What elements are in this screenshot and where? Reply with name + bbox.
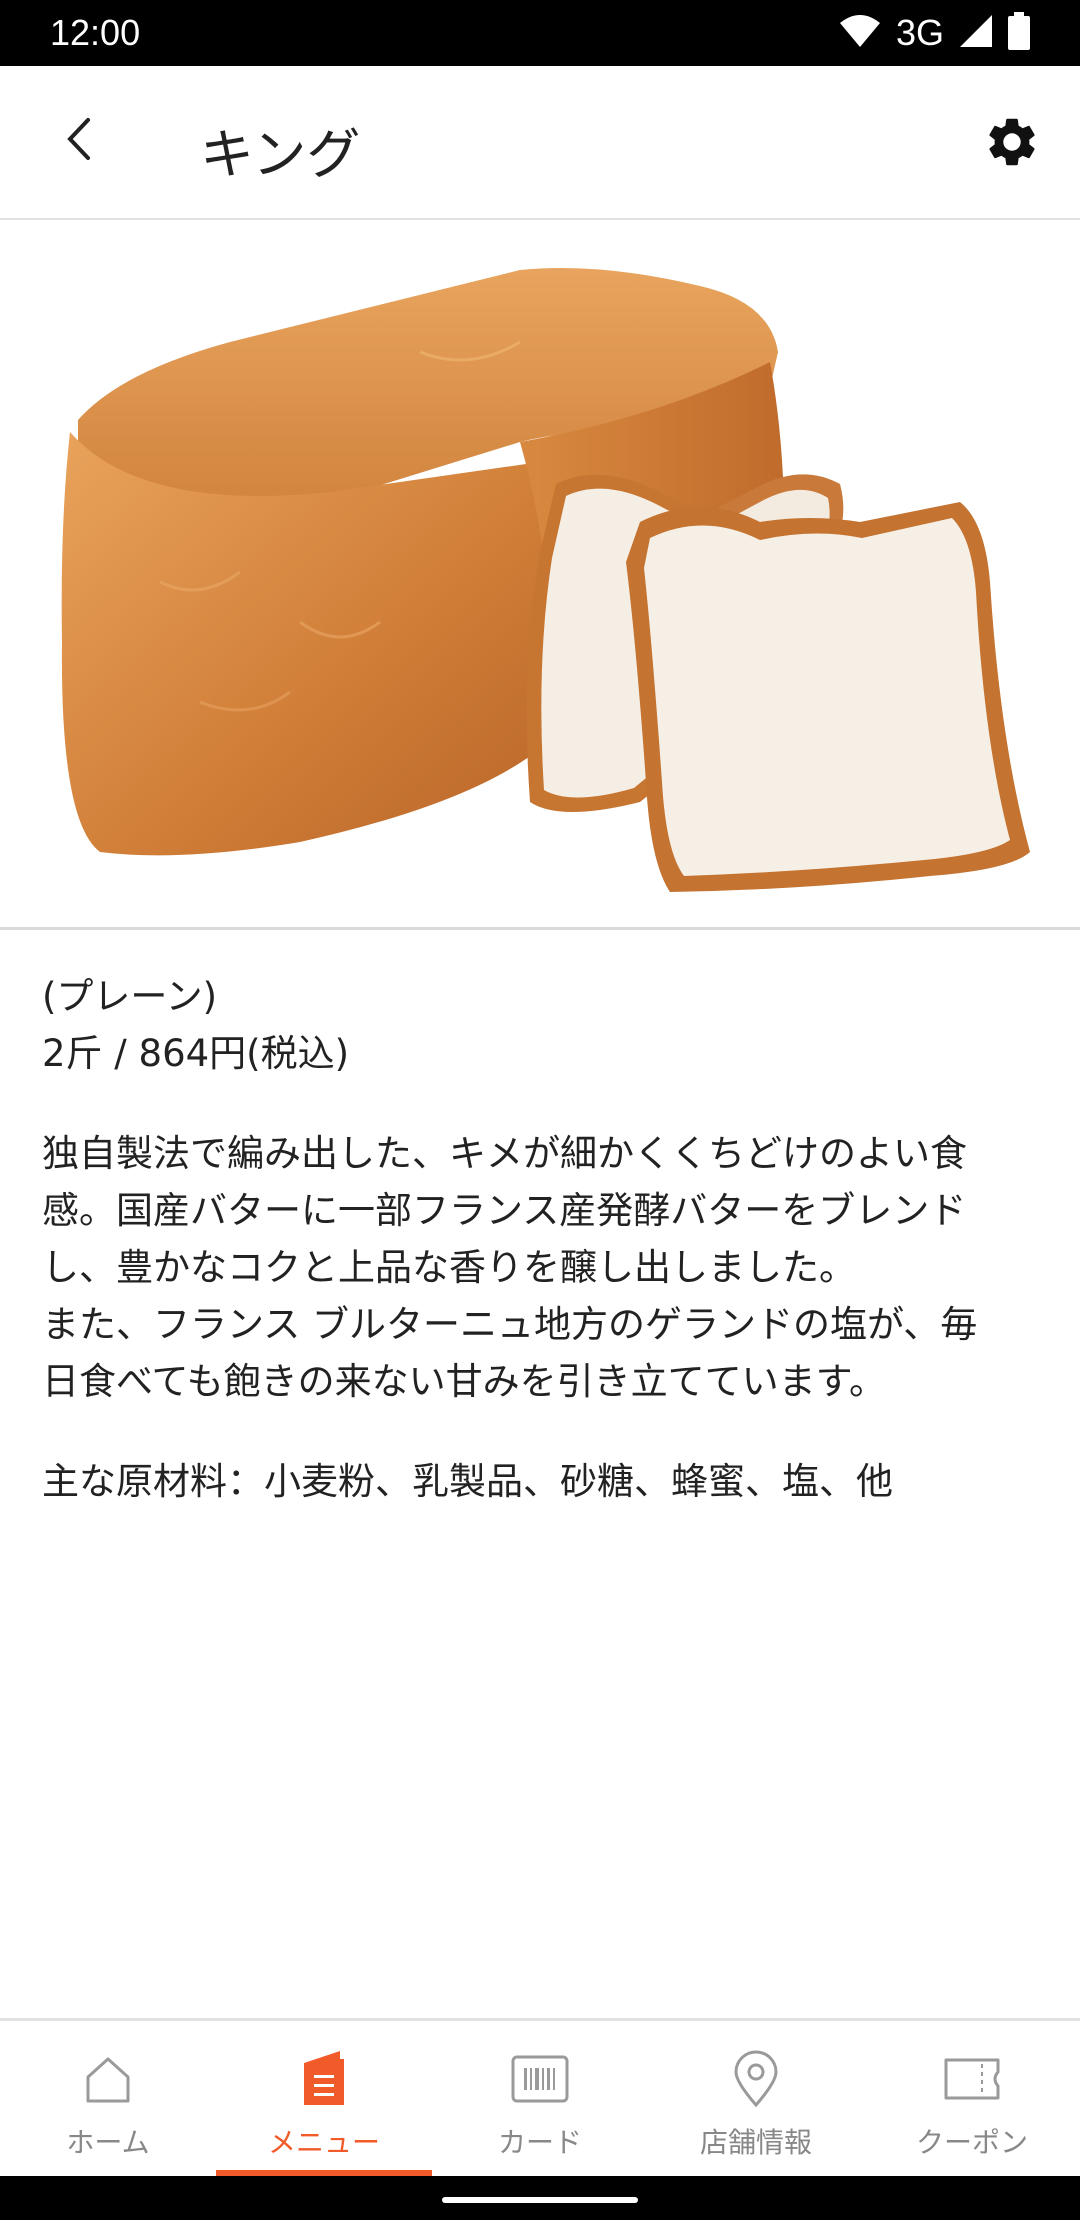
app-bar: キング: [0, 66, 1080, 220]
home-icon: [78, 2049, 138, 2109]
battery-icon: [1008, 12, 1030, 54]
product-image: [0, 222, 1080, 930]
settings-button[interactable]: [976, 108, 1048, 180]
back-button[interactable]: [44, 106, 114, 176]
nav-card[interactable]: カード: [432, 2021, 648, 2176]
coupon-ticket-icon: [942, 2049, 1002, 2109]
product-description: 独自製法で編み出した、キメが細かくくちどけのよい食 感。国産バターに一部フランス…: [42, 1132, 978, 1403]
bottom-nav: ホーム メニュー カード 店舗情報 クーポン: [0, 2018, 1080, 2176]
barcode-card-icon: [510, 2049, 570, 2109]
product-price: 2斤 / 864円(税込): [42, 1032, 350, 1075]
gesture-handle[interactable]: [442, 2197, 638, 2203]
menu-icon: [294, 2049, 354, 2109]
nav-store-info[interactable]: 店舗情報: [648, 2021, 864, 2176]
gear-icon: [983, 113, 1041, 175]
status-icons: 3G: [838, 12, 1030, 54]
nav-home-label: ホーム: [66, 2126, 150, 2159]
product-ingredients: 主な原材料：小麦粉、乳製品、砂糖、蜂蜜、塩、他: [42, 1460, 893, 1503]
nav-home[interactable]: ホーム: [0, 2021, 216, 2176]
page-title: キング: [200, 123, 361, 186]
status-time: 12:00: [50, 12, 141, 53]
nav-store-info-label: 店舗情報: [699, 2126, 812, 2159]
nav-coupon-label: クーポン: [915, 2126, 1028, 2159]
product-details: (プレーン) 2斤 / 864円(税込) 独自製法で編み出した、キメが細かくくち…: [42, 968, 1042, 1510]
wifi-icon: [838, 13, 882, 53]
nav-menu-label: メニュー: [267, 2126, 380, 2159]
network-type: 3G: [895, 12, 944, 53]
nav-menu[interactable]: メニュー: [216, 2021, 432, 2176]
product-variant: (プレーン): [42, 975, 218, 1018]
location-pin-icon: [726, 2049, 786, 2109]
chevron-left-icon: [62, 114, 96, 168]
bread-loaf-photo: [61, 268, 1030, 892]
nav-coupon[interactable]: クーポン: [864, 2021, 1080, 2176]
signal-icon: [958, 13, 994, 53]
system-gesture-area: [0, 2176, 1080, 2220]
status-bar: 12:00 3G: [0, 0, 1080, 66]
nav-card-label: カード: [497, 2126, 582, 2159]
